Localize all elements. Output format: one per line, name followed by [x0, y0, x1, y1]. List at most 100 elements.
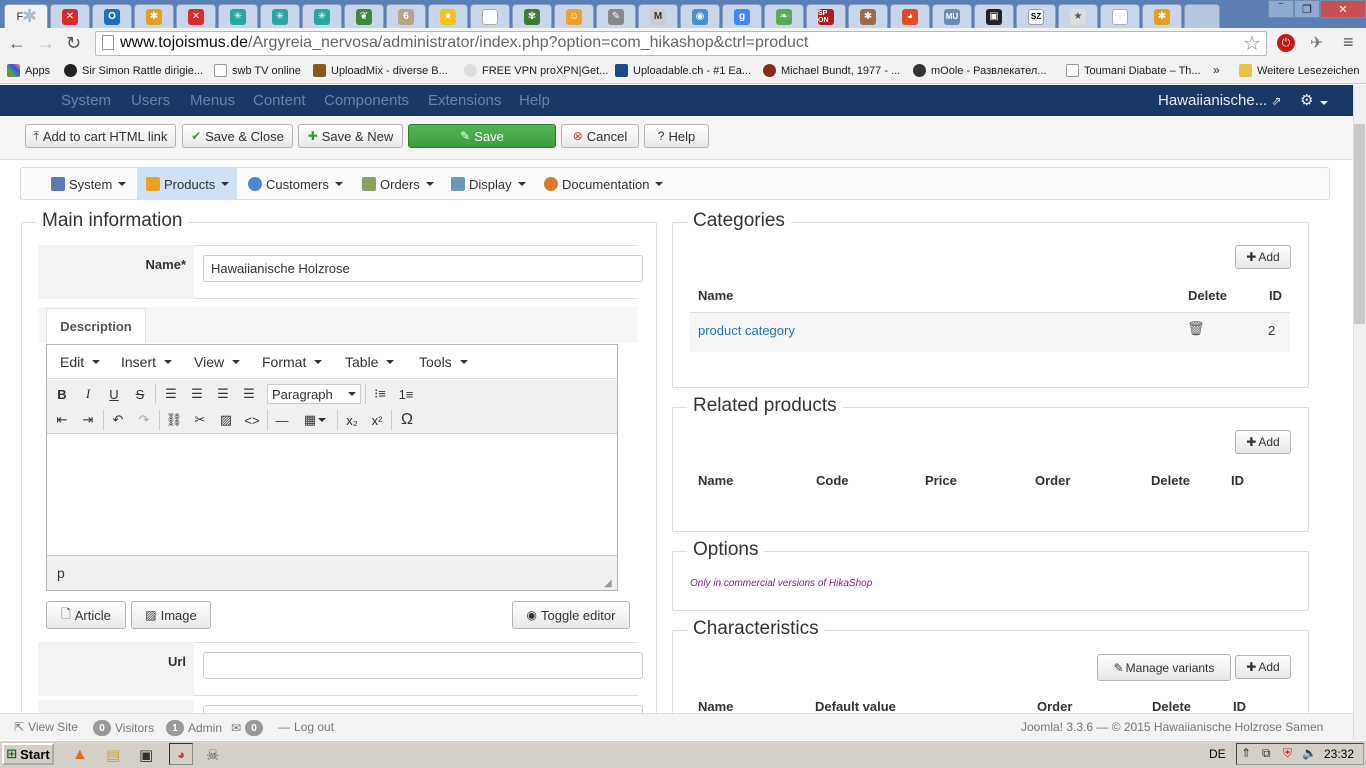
- browser-tab[interactable]: MU: [932, 4, 972, 28]
- bookmark-apps[interactable]: Apps: [7, 64, 50, 77]
- menu-extensions[interactable]: Extensions: [428, 92, 501, 109]
- browser-tab[interactable]: ✎: [596, 4, 636, 28]
- browser-tab[interactable]: ✱: [1142, 4, 1182, 28]
- browser-tab[interactable]: ✾: [512, 4, 552, 28]
- alien-icon[interactable]: ☠: [206, 746, 219, 764]
- bookmark-item[interactable]: Uploadable.ch - #1 Ea...: [615, 64, 751, 77]
- code-icon[interactable]: <>: [241, 410, 263, 430]
- maximize-button[interactable]: ❐: [1294, 0, 1320, 18]
- editor-menu-format[interactable]: Format: [262, 354, 323, 370]
- url-text[interactable]: www.tojoismus.de/Argyreia_nervosa/admini…: [120, 34, 808, 52]
- save-new-button[interactable]: ✚ Save & New: [298, 124, 403, 148]
- video-icon[interactable]: ▣: [139, 746, 153, 764]
- browser-tab[interactable]: ✳: [218, 4, 258, 28]
- browser-tab[interactable]: ✳: [302, 4, 342, 28]
- bookmark-star-icon[interactable]: ☆: [1243, 31, 1261, 56]
- editor-menu-view[interactable]: View: [194, 354, 241, 370]
- browser-tab[interactable]: SP ON: [806, 4, 846, 28]
- browser-tab[interactable]: [470, 4, 510, 28]
- adblock-icon[interactable]: ⏻: [1277, 34, 1295, 52]
- help-button[interactable]: ? Help: [644, 124, 709, 148]
- editor-menu-table[interactable]: Table: [345, 354, 395, 370]
- logout-link[interactable]: — Log out: [278, 720, 334, 734]
- security-icon[interactable]: ⛨: [1283, 746, 1292, 761]
- cancel-button[interactable]: ⊗ Cancel: [561, 124, 639, 148]
- bookmark-item[interactable]: mOole - Развлекател...: [913, 64, 1047, 77]
- language-indicator[interactable]: DE: [1209, 747, 1226, 761]
- browser-tab[interactable]: 6: [386, 4, 426, 28]
- bookmark-item[interactable]: Toumani Diabate – Th...: [1066, 64, 1201, 77]
- toggle-editor-button[interactable]: ◉ Toggle editor: [512, 601, 630, 629]
- vlc-icon[interactable]: ▲: [72, 746, 88, 764]
- format-select[interactable]: Paragraph: [267, 384, 361, 404]
- hikamenu-system[interactable]: System: [51, 175, 127, 193]
- editor-menu-insert[interactable]: Insert: [121, 354, 173, 370]
- forward-icon[interactable]: →: [37, 33, 55, 54]
- menu-menus[interactable]: Menus: [190, 92, 235, 109]
- editor-menu-tools[interactable]: Tools: [419, 354, 468, 370]
- hikamenu-documentation[interactable]: Documentation: [544, 175, 664, 193]
- superscript-icon[interactable]: x²: [366, 410, 388, 430]
- menu-system[interactable]: System: [61, 92, 111, 109]
- bold-icon[interactable]: B: [51, 384, 73, 404]
- bookmark-item[interactable]: swb TV online: [214, 64, 301, 77]
- table-icon[interactable]: ▦: [297, 410, 333, 430]
- browser-tab[interactable]: [1100, 4, 1140, 28]
- numbered-list-icon[interactable]: 1≡: [395, 384, 417, 404]
- browser-tab[interactable]: ❧: [764, 4, 804, 28]
- browser-tab[interactable]: ★: [1058, 4, 1098, 28]
- chrome-taskbar-icon[interactable]: ◕: [169, 743, 193, 765]
- align-right-icon[interactable]: ☰: [212, 384, 234, 404]
- save-close-button[interactable]: ✔ Save & Close: [182, 124, 293, 148]
- bookmark-item[interactable]: Michael Bundt, 1977 - ...: [763, 64, 900, 77]
- resize-handle-icon[interactable]: ◢: [604, 578, 612, 589]
- image-icon[interactable]: ▨: [215, 410, 237, 430]
- editor-content-area[interactable]: [47, 435, 617, 554]
- category-link[interactable]: product category: [698, 323, 795, 338]
- add-related-product-button[interactable]: ✚ Add: [1235, 430, 1291, 454]
- volume-icon[interactable]: 🔈: [1302, 746, 1317, 760]
- underline-icon[interactable]: U: [103, 384, 125, 404]
- hikamenu-customers[interactable]: Customers: [248, 175, 343, 193]
- menu-users[interactable]: Users: [131, 92, 170, 109]
- view-site-link[interactable]: ⇱ View Site: [14, 720, 78, 734]
- bookmark-folder[interactable]: Weitere Lesezeichen: [1239, 64, 1360, 77]
- hikamenu-display[interactable]: Display: [451, 175, 526, 193]
- trash-icon[interactable]: 🗑: [1187, 320, 1205, 337]
- tab-description[interactable]: Description: [46, 308, 146, 344]
- folder-icon[interactable]: ▤: [106, 746, 120, 764]
- bookmarks-overflow-chevron[interactable]: »: [1213, 63, 1220, 77]
- browser-tab[interactable]: ✕: [176, 4, 216, 28]
- scrollbar-thumb[interactable]: [1354, 124, 1365, 324]
- reload-icon[interactable]: ↻: [66, 33, 81, 54]
- menu-help[interactable]: Help: [519, 92, 550, 109]
- manage-variants-button[interactable]: ✎ Manage variants: [1097, 654, 1231, 681]
- special-character-icon[interactable]: Ω: [396, 410, 418, 430]
- browser-tab[interactable]: g: [722, 4, 762, 28]
- image-button[interactable]: ▨ Image: [131, 601, 211, 629]
- url-input[interactable]: [203, 652, 643, 679]
- align-center-icon[interactable]: ☰: [186, 384, 208, 404]
- user-menu-gear-icon[interactable]: ⚙: [1300, 91, 1328, 109]
- add-characteristic-button[interactable]: ✚ Add: [1235, 655, 1291, 679]
- italic-icon[interactable]: I: [77, 384, 99, 404]
- link-icon[interactable]: ⛓: [163, 410, 185, 430]
- browser-tab[interactable]: ☺: [554, 4, 594, 28]
- align-justify-icon[interactable]: ☰: [238, 384, 260, 404]
- browser-tab[interactable]: M: [638, 4, 678, 28]
- save-button[interactable]: ✎ Save: [408, 124, 556, 148]
- add-category-button[interactable]: ✚ Add: [1235, 245, 1291, 269]
- extension-icon[interactable]: ✈: [1310, 33, 1323, 53]
- minimize-button[interactable]: ‾: [1268, 0, 1294, 18]
- strikethrough-icon[interactable]: S: [129, 384, 151, 404]
- next-input[interactable]: [203, 705, 643, 713]
- new-tab-button[interactable]: [1184, 4, 1220, 28]
- browser-tab[interactable]: ▣: [974, 4, 1014, 28]
- browser-tab[interactable]: ✱: [134, 4, 174, 28]
- unlink-icon[interactable]: ✂: [189, 410, 211, 430]
- hikamenu-products[interactable]: Products: [146, 175, 230, 193]
- network-icon[interactable]: ⧉: [1262, 746, 1271, 761]
- name-input[interactable]: Hawaiianische Holzrose: [203, 255, 643, 282]
- undo-icon[interactable]: ↶: [107, 410, 129, 430]
- horizontal-rule-icon[interactable]: —: [271, 410, 293, 430]
